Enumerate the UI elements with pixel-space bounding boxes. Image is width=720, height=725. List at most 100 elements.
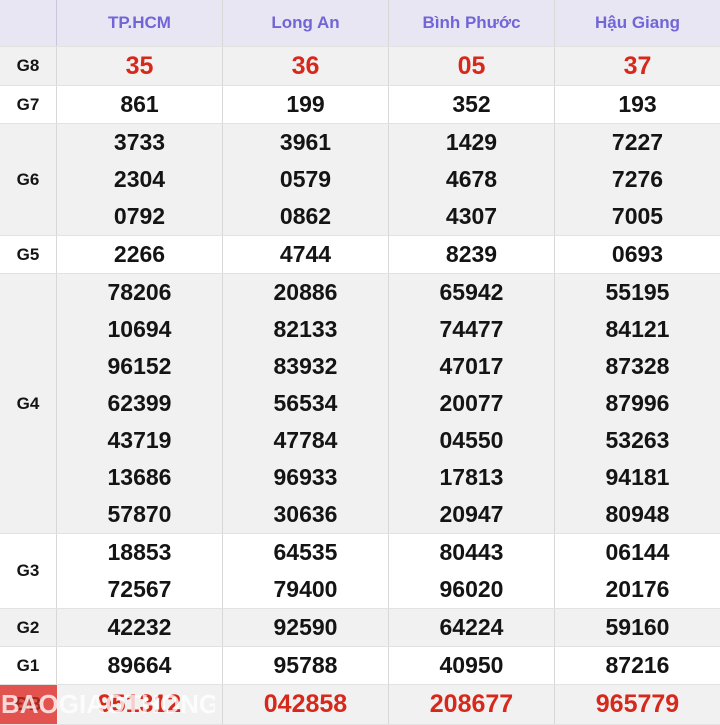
- prize-cell: 8044396020: [389, 534, 555, 608]
- row-label: G4: [0, 274, 57, 533]
- prize-number: 87996: [555, 385, 720, 422]
- prize-number: 96152: [57, 348, 222, 385]
- prize-row-g2: G242232925906422459160: [0, 609, 720, 647]
- column-header-binh-phuoc[interactable]: Bình Phước: [389, 0, 555, 46]
- prize-number: 89664: [57, 647, 222, 684]
- prize-cell: 199: [223, 86, 389, 123]
- prize-number: 83932: [223, 348, 388, 385]
- prize-number: 18853: [57, 534, 222, 571]
- prize-number: 87328: [555, 348, 720, 385]
- prize-cell: 59160: [555, 609, 720, 646]
- prize-number: 10694: [57, 311, 222, 348]
- prize-number: 37: [555, 47, 720, 85]
- prize-cell: 65942744774701720077045501781320947: [389, 274, 555, 533]
- prize-cell: 208677: [389, 685, 555, 724]
- row-label: G1: [0, 647, 57, 684]
- prize-number: 0862: [223, 198, 388, 235]
- prize-number: 95788: [223, 647, 388, 684]
- header-row: TP.HCM Long An Bình Phước Hậu Giang: [0, 0, 720, 47]
- row-label: G3: [0, 534, 57, 608]
- prize-cell: 36: [223, 47, 389, 85]
- prize-cell: 42232: [57, 609, 223, 646]
- prize-number: 042858: [223, 685, 388, 724]
- prize-cell: 861: [57, 86, 223, 123]
- header-corner-cell: [0, 0, 57, 46]
- column-header-hau-giang[interactable]: Hậu Giang: [555, 0, 720, 46]
- lottery-results-table: TP.HCM Long An Bình Phước Hậu Giang G835…: [0, 0, 720, 725]
- prize-number: 57870: [57, 496, 222, 533]
- prize-cell: 37: [555, 47, 720, 85]
- prize-row-g7: G7861199352193: [0, 86, 720, 124]
- prize-number: 87216: [555, 647, 720, 684]
- row-label: G7: [0, 86, 57, 123]
- prize-number: 20077: [389, 385, 554, 422]
- prize-number: 55195: [555, 274, 720, 311]
- prize-cell: 722772767005: [555, 124, 720, 235]
- prize-cell: 965779: [555, 685, 720, 724]
- prize-number: 84121: [555, 311, 720, 348]
- prize-number: 0579: [223, 161, 388, 198]
- prize-number: 74477: [389, 311, 554, 348]
- prize-cell: 373323040792: [57, 124, 223, 235]
- prize-cell: 396105790862: [223, 124, 389, 235]
- prize-number: 64535: [223, 534, 388, 571]
- prize-number: 30636: [223, 496, 388, 533]
- prize-number: 7276: [555, 161, 720, 198]
- prize-number: 62399: [57, 385, 222, 422]
- prize-cell: 951312: [57, 685, 223, 724]
- prize-number: 05: [389, 47, 554, 85]
- prize-number: 17813: [389, 459, 554, 496]
- prize-row-g1: G189664957884095087216: [0, 647, 720, 685]
- prize-number: 7005: [555, 198, 720, 235]
- prize-number: 965779: [555, 685, 720, 724]
- prize-cell: 142946784307: [389, 124, 555, 235]
- prize-number: 199: [223, 86, 388, 123]
- prize-number: 59160: [555, 609, 720, 646]
- prize-number: 04550: [389, 422, 554, 459]
- prize-row-g3: G318853725676453579400804439602006144201…: [0, 534, 720, 609]
- column-header-long-an[interactable]: Long An: [223, 0, 389, 46]
- prize-number: 56534: [223, 385, 388, 422]
- prize-cell: 1885372567: [57, 534, 223, 608]
- prize-number: 8239: [389, 236, 554, 273]
- prize-number: 0792: [57, 198, 222, 235]
- prize-number: 80948: [555, 496, 720, 533]
- prize-number: 65942: [389, 274, 554, 311]
- prize-cell: 92590: [223, 609, 389, 646]
- prize-number: 47017: [389, 348, 554, 385]
- prize-cell: 4744: [223, 236, 389, 273]
- prize-cell: 8239: [389, 236, 555, 273]
- prize-number: 2304: [57, 161, 222, 198]
- prize-cell: 89664: [57, 647, 223, 684]
- prize-number: 4307: [389, 198, 554, 235]
- prize-cell: 042858: [223, 685, 389, 724]
- prize-number: 1429: [389, 124, 554, 161]
- prize-number: 96020: [389, 571, 554, 608]
- row-label: G6: [0, 124, 57, 235]
- prize-row-g6: G637332304079239610579086214294678430772…: [0, 124, 720, 236]
- column-header-tphcm[interactable]: TP.HCM: [57, 0, 223, 46]
- prize-number: 47784: [223, 422, 388, 459]
- prize-number: 0693: [555, 236, 720, 273]
- prize-number: 20886: [223, 274, 388, 311]
- prize-number: 208677: [389, 685, 554, 724]
- row-label: G8: [0, 47, 57, 85]
- prize-number: 35: [57, 47, 222, 85]
- prize-number: 4744: [223, 236, 388, 273]
- prize-cell: 78206106949615262399437191368657870: [57, 274, 223, 533]
- row-label: G5: [0, 236, 57, 273]
- prize-cell: 55195841218732887996532639418180948: [555, 274, 720, 533]
- prize-number: 951312: [57, 685, 222, 724]
- prize-cell: 352: [389, 86, 555, 123]
- prize-number: 352: [389, 86, 554, 123]
- prize-cell: 64224: [389, 609, 555, 646]
- prize-row-đb: ĐB951312042858208677965779: [0, 685, 720, 725]
- prize-cell: 0614420176: [555, 534, 720, 608]
- prize-number: 36: [223, 47, 388, 85]
- prize-row-g4: G478206106949615262399437191368657870208…: [0, 274, 720, 534]
- prize-row-g5: G52266474482390693: [0, 236, 720, 274]
- prize-cell: 20886821338393256534477849693330636: [223, 274, 389, 533]
- prize-number: 2266: [57, 236, 222, 273]
- prize-number: 53263: [555, 422, 720, 459]
- prize-number: 4678: [389, 161, 554, 198]
